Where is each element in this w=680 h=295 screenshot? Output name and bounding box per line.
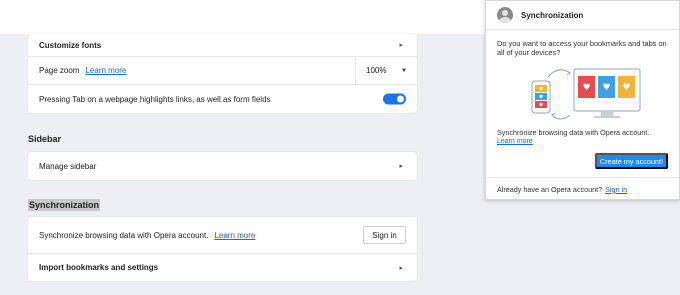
customize-fonts-label: Customize fonts <box>39 40 102 50</box>
create-account-button[interactable]: Create my account! <box>595 153 668 169</box>
svg-text:♥: ♥ <box>622 83 630 93</box>
page-zoom-value: 100% <box>366 66 387 75</box>
chevron-right-icon: ▸ <box>399 264 403 272</box>
import-bookmarks-row[interactable]: Import bookmarks and settings ▸ <box>28 254 417 281</box>
devices-sync-illustration: ♥ ♥ ♥ ♥ ♥ ♥ <box>531 68 641 120</box>
page-zoom-select[interactable]: 100% ▼ <box>355 57 417 84</box>
popup-title: Synchronization <box>521 10 584 20</box>
svg-text:♥: ♥ <box>539 103 544 109</box>
chevron-right-icon: ▸ <box>399 163 403 170</box>
popup-description: Synchronize browsing data with Opera acc… <box>497 128 650 137</box>
synchronization-card: Synchronize browsing data with Opera acc… <box>28 217 417 281</box>
toggle-knob <box>397 95 404 103</box>
sync-row-label: Synchronize browsing data with Opera acc… <box>39 230 209 240</box>
sign-in-button[interactable]: Sign in <box>363 226 406 244</box>
chevron-right-icon: ▸ <box>399 42 403 49</box>
tab-highlight-row: Pressing Tab on a webpage highlights lin… <box>28 85 417 113</box>
svg-text:♥: ♥ <box>539 87 544 93</box>
popup-learn-more-link[interactable]: Learn more <box>497 138 533 145</box>
page-zoom-learn-more-link[interactable]: Learn more <box>85 66 126 75</box>
sync-row: Synchronize browsing data with Opera acc… <box>28 217 417 254</box>
popup-header: Synchronization <box>486 1 679 30</box>
customize-fonts-row[interactable]: Customize fonts ▸ <box>28 34 417 57</box>
sidebar-card: Manage sidebar ▸ <box>28 152 417 180</box>
tab-highlight-toggle[interactable] <box>383 93 406 105</box>
popup-question: Do you want to access your bookmarks and… <box>497 39 667 58</box>
appearance-card: Customize fonts ▸ Page zoom Learn more 1… <box>28 34 417 113</box>
sync-learn-more-link[interactable]: Learn more <box>214 231 255 240</box>
avatar-icon <box>497 7 513 23</box>
svg-text:♥: ♥ <box>602 83 610 93</box>
synchronization-popup: Synchronization Do you want to access yo… <box>485 0 680 200</box>
popup-footer-text: Already have an Opera account? <box>497 184 603 194</box>
manage-sidebar-label: Manage sidebar <box>39 161 97 171</box>
import-bookmarks-label: Import bookmarks and settings <box>39 263 159 272</box>
tab-highlight-label: Pressing Tab on a webpage highlights lin… <box>39 94 271 104</box>
popup-sign-in-link[interactable]: Sign in <box>605 185 627 194</box>
synchronization-heading: Synchronization <box>28 199 101 211</box>
popup-footer: Already have an Opera account? Sign in <box>486 177 679 200</box>
manage-sidebar-row[interactable]: Manage sidebar ▸ <box>28 152 417 180</box>
sidebar-heading: Sidebar <box>28 134 62 144</box>
svg-text:♥: ♥ <box>582 83 590 93</box>
svg-text:♥: ♥ <box>539 95 544 101</box>
page-zoom-label: Page zoom <box>39 66 80 75</box>
page-zoom-row: Page zoom Learn more 100% ▼ <box>28 57 417 85</box>
caret-down-icon: ▼ <box>401 67 407 74</box>
sync-arrows-icon <box>547 69 571 120</box>
monitor-icon: ♥ ♥ ♥ <box>573 68 641 118</box>
phone-icon: ♥ ♥ ♥ <box>531 80 551 114</box>
